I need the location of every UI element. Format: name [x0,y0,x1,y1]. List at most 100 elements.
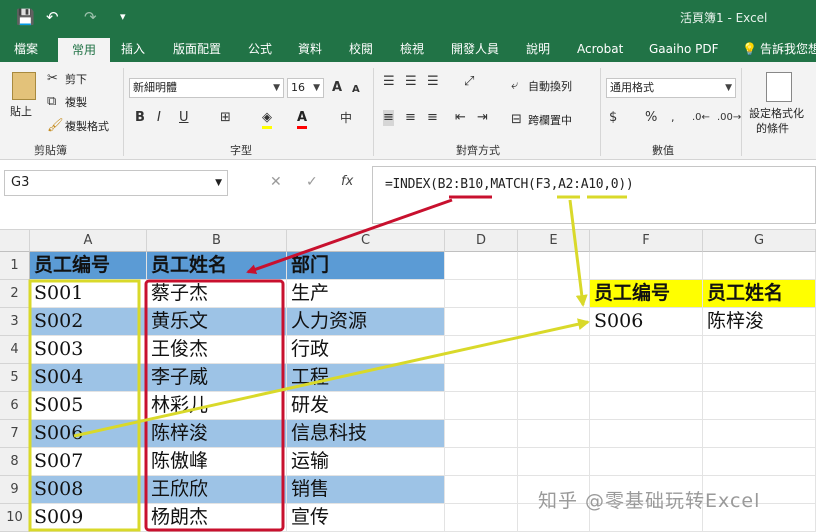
cell-a10[interactable]: S009 [30,504,147,532]
customize-icon[interactable]: ▾ [120,8,126,26]
empty-cell[interactable] [445,448,518,476]
empty-cell[interactable] [445,308,518,336]
paste-icon[interactable] [12,72,36,100]
font-name-select[interactable]: 新細明體 ▼ [129,78,284,98]
orientation-icon[interactable]: ⤢ [464,74,474,90]
tab-gaaiho-pdf[interactable]: Gaaiho PDF [649,36,718,62]
column-header-a[interactable]: A [30,230,147,252]
empty-cell[interactable] [590,336,703,364]
name-box[interactable]: G3 ▼ [4,170,228,196]
wrap-text-button[interactable]: 自動換列 [528,79,572,95]
tab-help[interactable]: 說明 [526,36,550,62]
redo-icon[interactable]: ↷ [84,8,97,26]
cell-a7[interactable]: S006 [30,420,147,448]
cell-a8[interactable]: S007 [30,448,147,476]
cell-b8[interactable]: 陈傲峰 [147,448,287,476]
empty-cell[interactable] [445,420,518,448]
format-painter-icon[interactable]: 🖌 [47,118,64,134]
empty-cell[interactable] [445,392,518,420]
empty-cell[interactable] [590,392,703,420]
empty-cell[interactable] [703,364,816,392]
cell-b6[interactable]: 林彩儿 [147,392,287,420]
grow-font-button[interactable]: A [332,80,342,96]
tab-home[interactable]: 常用 [58,38,111,62]
increase-decimal-icon[interactable]: .0← [692,110,710,126]
tab-acrobat[interactable]: Acrobat [577,36,623,62]
merge-center-button[interactable]: 跨欄置中 [528,113,572,129]
empty-cell[interactable] [518,308,590,336]
empty-cell[interactable] [590,448,703,476]
tab-developer[interactable]: 開發人員 [451,36,499,62]
font-color-icon[interactable]: A [297,110,308,129]
empty-cell[interactable] [445,336,518,364]
cell-b3[interactable]: 黄乐文 [147,308,287,336]
empty-cell[interactable] [703,392,816,420]
undo-icon[interactable]: ↶ [46,8,59,26]
row-header-2[interactable]: 2 [0,280,30,308]
empty-cell[interactable] [445,280,518,308]
align-middle-icon[interactable]: ☰ [405,74,417,90]
cell-c8[interactable]: 运输 [287,448,445,476]
cell-b2[interactable]: 蔡子杰 [147,280,287,308]
column-header-b[interactable]: B [147,230,287,252]
cell-g2[interactable]: 员工姓名 [703,280,816,308]
cell-c4[interactable]: 行政 [287,336,445,364]
tell-me-search[interactable]: 告訴我您想 [760,36,816,62]
cell-c5[interactable]: 工程 [287,364,445,392]
cell-f3[interactable]: S006 [590,308,703,336]
cell-g3[interactable]: 陈梓浚 [703,308,816,336]
save-icon[interactable]: 💾 [16,8,35,26]
cell-a6[interactable]: S005 [30,392,147,420]
cell-a4[interactable]: S003 [30,336,147,364]
italic-button[interactable]: I [157,110,161,126]
align-center-icon[interactable]: ≡ [405,110,416,126]
cell-b9[interactable]: 王欣欣 [147,476,287,504]
tab-review[interactable]: 校閱 [349,36,373,62]
cancel-icon[interactable]: ✕ [270,174,282,190]
decrease-decimal-icon[interactable]: .00→ [717,110,741,126]
copy-icon[interactable]: ⧉ [47,94,56,110]
column-header-d[interactable]: D [445,230,518,252]
row-header-9[interactable]: 9 [0,476,30,504]
scissors-icon[interactable]: ✂ [47,71,58,87]
empty-cell[interactable] [518,252,590,280]
cell-c3[interactable]: 人力资源 [287,308,445,336]
empty-cell[interactable] [518,364,590,392]
cell-c9[interactable]: 销售 [287,476,445,504]
shrink-font-button[interactable]: A [352,82,360,98]
formula-input[interactable]: =INDEX(B2:B10,MATCH(F3,A2:A10,0)) [372,166,816,224]
conditional-format-button-line2[interactable]: 的條件 [756,121,789,137]
empty-cell[interactable] [590,364,703,392]
row-header-7[interactable]: 7 [0,420,30,448]
cell-c6[interactable]: 研发 [287,392,445,420]
empty-cell[interactable] [445,364,518,392]
tab-insert[interactable]: 插入 [121,36,145,62]
align-top-icon[interactable]: ☰ [383,74,395,90]
wrap-text-icon[interactable]: ⤶ [511,78,518,94]
row-header-8[interactable]: 8 [0,448,30,476]
increase-indent-icon[interactable]: ⇥ [477,110,488,126]
row-header-1[interactable]: 1 [0,252,30,280]
empty-cell[interactable] [445,252,518,280]
cell-c10[interactable]: 宣传 [287,504,445,532]
column-header-f[interactable]: F [590,230,703,252]
underline-button[interactable]: U [179,110,189,126]
border-icon[interactable]: ⊞ [220,110,231,126]
font-size-select[interactable]: 16 ▼ [287,78,324,98]
number-format-select[interactable]: 通用格式 ▼ [606,78,736,98]
column-header-c[interactable]: C [287,230,445,252]
empty-cell[interactable] [518,420,590,448]
cell-b4[interactable]: 王俊杰 [147,336,287,364]
row-header-5[interactable]: 5 [0,364,30,392]
phonetic-icon[interactable]: 中 [340,110,352,126]
empty-cell[interactable] [703,252,816,280]
empty-cell[interactable] [445,476,518,504]
row-header-3[interactable]: 3 [0,308,30,336]
copy-button[interactable]: 複製 [65,95,87,111]
empty-cell[interactable] [590,420,703,448]
tab-formulas[interactable]: 公式 [248,36,272,62]
row-header-10[interactable]: 10 [0,504,30,532]
decrease-indent-icon[interactable]: ⇤ [455,110,466,126]
merge-center-icon[interactable]: ⊟ [511,112,522,128]
align-right-icon[interactable]: ≡ [427,110,438,126]
